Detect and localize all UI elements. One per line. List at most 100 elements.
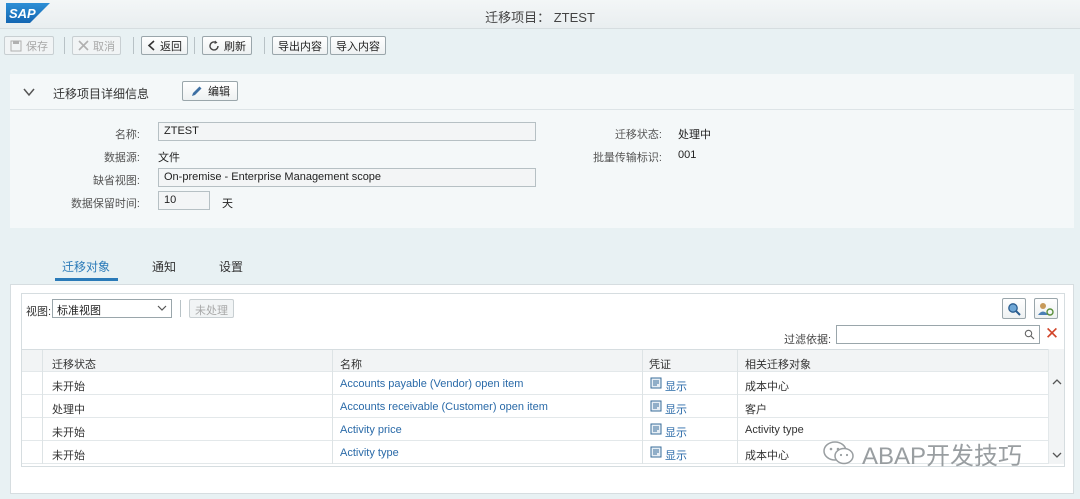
toolbar-separator bbox=[264, 37, 265, 54]
column-header-name[interactable]: 名称 bbox=[340, 356, 362, 372]
chevron-up-icon[interactable] bbox=[1050, 377, 1064, 387]
chevron-down-icon[interactable] bbox=[22, 85, 36, 99]
tab-migration-objects[interactable]: 迁移对象 bbox=[62, 258, 110, 275]
table-row[interactable]: 未开始 Accounts payable (Vendor) open item … bbox=[22, 372, 1048, 395]
search-icon bbox=[1024, 329, 1035, 340]
cancel-label: 取消 bbox=[93, 40, 115, 53]
row-name-link[interactable]: Accounts payable (Vendor) open item bbox=[340, 378, 523, 390]
document-icon[interactable] bbox=[649, 422, 663, 436]
row-display-link[interactable]: 显示 bbox=[665, 378, 687, 394]
tab-bar: 迁移对象 通知 设置 bbox=[10, 248, 1074, 282]
watermark: ABAP开发技巧 bbox=[822, 435, 1022, 471]
column-separator bbox=[642, 441, 643, 464]
row-name-link[interactable]: Activity price bbox=[340, 424, 402, 436]
toolbar: 保存 取消 返回 刷新 导出内容 导入内容 bbox=[0, 29, 1080, 63]
view-label: 视图: bbox=[26, 306, 52, 318]
column-separator bbox=[642, 350, 643, 373]
column-separator bbox=[42, 441, 43, 464]
export-content-button[interactable]: 导出内容 bbox=[272, 36, 328, 55]
clear-filter-icon[interactable]: ✕ bbox=[1044, 325, 1060, 343]
save-label: 保存 bbox=[26, 40, 48, 53]
refresh-button[interactable]: 刷新 bbox=[202, 36, 252, 55]
name-field[interactable]: ZTEST bbox=[158, 122, 536, 141]
mass-transfer-label: 批量传输标识: bbox=[592, 152, 662, 164]
row-related-object: 客户 bbox=[745, 404, 767, 416]
row-related-object: 成本中心 bbox=[745, 381, 789, 393]
default-view-field[interactable]: On-premise - Enterprise Management scope bbox=[158, 168, 536, 187]
row-status: 处理中 bbox=[52, 404, 85, 416]
table-row[interactable]: 处理中 Accounts receivable (Customer) open … bbox=[22, 395, 1048, 418]
export-content-label: 导出内容 bbox=[278, 40, 322, 53]
column-separator bbox=[737, 372, 738, 395]
toolbar-separator bbox=[133, 37, 134, 54]
column-separator bbox=[737, 441, 738, 464]
vertical-scrollbar[interactable] bbox=[1048, 349, 1064, 464]
close-icon bbox=[78, 40, 89, 51]
column-separator bbox=[42, 395, 43, 418]
unprocessed-button[interactable]: 未处理 bbox=[189, 299, 234, 318]
active-tab-indicator bbox=[55, 278, 118, 281]
cancel-button[interactable]: 取消 bbox=[72, 36, 121, 55]
panel-title: 迁移项目详细信息 bbox=[53, 87, 150, 101]
row-display-link[interactable]: 显示 bbox=[665, 424, 687, 440]
migration-status-value: 处理中 bbox=[678, 129, 711, 141]
column-separator bbox=[332, 350, 333, 373]
title-bar: SAP 迁移项目： ZTEST bbox=[0, 0, 1080, 29]
toolbar-separator bbox=[194, 37, 195, 54]
app-title: 迁移项目： ZTEST bbox=[485, 10, 595, 25]
row-name-link[interactable]: Accounts receivable (Customer) open item bbox=[340, 401, 548, 413]
column-separator bbox=[332, 395, 333, 418]
data-source-label: 数据源: bbox=[103, 152, 140, 164]
column-separator bbox=[332, 372, 333, 395]
save-icon bbox=[10, 40, 22, 51]
row-name-link[interactable]: Activity type bbox=[340, 447, 399, 459]
retention-label: 数据保留时间: bbox=[70, 198, 140, 210]
name-label: 名称: bbox=[114, 129, 140, 141]
search-button[interactable] bbox=[1002, 298, 1026, 319]
data-source-value: 文件 bbox=[158, 152, 180, 164]
chevron-down-icon bbox=[157, 305, 167, 311]
row-related-object: 成本中心 bbox=[745, 450, 789, 462]
search-icon bbox=[1008, 302, 1021, 316]
chevron-left-icon bbox=[147, 40, 155, 51]
retention-unit: 天 bbox=[222, 198, 233, 210]
filter-input[interactable] bbox=[836, 325, 1040, 344]
column-separator bbox=[642, 418, 643, 441]
column-separator bbox=[737, 350, 738, 373]
back-button[interactable]: 返回 bbox=[141, 36, 188, 55]
document-icon[interactable] bbox=[649, 445, 663, 459]
toolbar-separator bbox=[64, 37, 65, 54]
column-header-status[interactable]: 迁移状态 bbox=[52, 356, 96, 372]
column-separator bbox=[42, 350, 43, 373]
view-select[interactable]: 标准视图 bbox=[52, 299, 172, 318]
panel-header: 迁移项目详细信息 编辑 bbox=[10, 74, 1074, 110]
user-settings-button[interactable] bbox=[1034, 298, 1058, 319]
table-header-row: 迁移状态 名称 凭证 相关迁移对象 bbox=[22, 349, 1048, 373]
column-separator bbox=[737, 395, 738, 418]
import-content-label: 导入内容 bbox=[336, 40, 380, 53]
edit-button[interactable]: 编辑 bbox=[182, 81, 238, 101]
column-separator bbox=[42, 372, 43, 395]
column-header-related-objects[interactable]: 相关迁移对象 bbox=[745, 356, 811, 372]
save-button[interactable]: 保存 bbox=[4, 36, 54, 55]
retention-field[interactable]: 10 bbox=[158, 191, 210, 210]
row-display-link[interactable]: 显示 bbox=[665, 447, 687, 463]
chevron-down-icon[interactable] bbox=[1050, 450, 1064, 460]
refresh-label: 刷新 bbox=[224, 40, 246, 53]
tab-settings[interactable]: 设置 bbox=[219, 258, 243, 275]
column-header-document[interactable]: 凭证 bbox=[649, 356, 671, 372]
import-content-button[interactable]: 导入内容 bbox=[330, 36, 386, 55]
document-icon[interactable] bbox=[649, 399, 663, 413]
separator bbox=[180, 300, 181, 317]
edit-label: 编辑 bbox=[208, 86, 230, 98]
pencil-icon bbox=[192, 86, 202, 96]
column-separator bbox=[642, 372, 643, 395]
row-status: 未开始 bbox=[52, 427, 85, 439]
filter-label: 过滤依据: bbox=[784, 334, 832, 346]
watermark-text: ABAP开发技巧 bbox=[862, 442, 1023, 470]
tab-notifications[interactable]: 通知 bbox=[152, 258, 176, 275]
column-separator bbox=[737, 418, 738, 441]
row-display-link[interactable]: 显示 bbox=[665, 401, 687, 417]
refresh-icon bbox=[209, 40, 219, 51]
document-icon[interactable] bbox=[649, 376, 663, 390]
